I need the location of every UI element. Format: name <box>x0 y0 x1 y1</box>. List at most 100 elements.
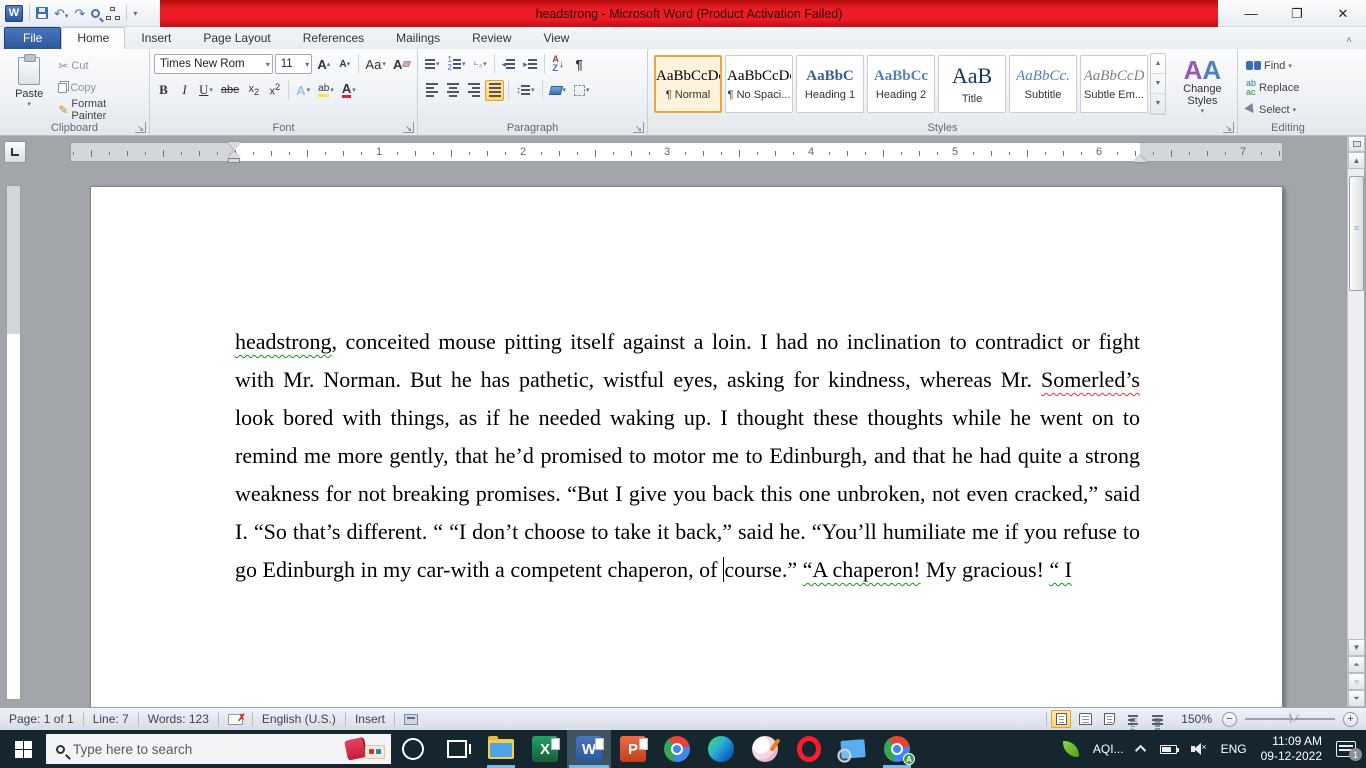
scrollbar-thumb[interactable] <box>1349 176 1364 291</box>
text-line[interactable]: headstrong, conceited mouse pitting itse… <box>235 323 1140 361</box>
strikethrough-button[interactable]: abe <box>218 80 242 101</box>
style-heading-1[interactable]: AaBbCHeading 1 <box>796 55 864 113</box>
text-line[interactable]: with Mr. Norman. But he has pathetic, wi… <box>235 361 1140 399</box>
copy-button[interactable]: Copy <box>54 77 145 98</box>
draft-view-button[interactable] <box>1147 710 1167 728</box>
taskbar-app-excel[interactable]: X <box>523 730 567 768</box>
aqi-leaf-icon[interactable] <box>1063 741 1079 757</box>
style-no-spaci[interactable]: AaBbCcDc¶ No Spaci... <box>725 55 793 113</box>
style-subtle-em[interactable]: AaBbCcDSubtle Em... <box>1080 55 1148 113</box>
close-button[interactable]: ✕ <box>1320 0 1366 27</box>
minimize-button[interactable]: — <box>1228 0 1274 27</box>
status-insert[interactable]: Insert <box>346 708 394 730</box>
tab-file[interactable]: File <box>4 27 61 49</box>
paste-button[interactable]: Paste▾ <box>4 53 54 119</box>
tab-page-layout[interactable]: Page Layout <box>187 27 286 49</box>
taskbar-app-chrome-profile[interactable]: A <box>875 730 919 768</box>
increase-indent-button[interactable]: ▸ <box>520 54 540 75</box>
task-view-button[interactable] <box>435 730 479 768</box>
replace-button[interactable]: abacReplace <box>1242 77 1334 98</box>
subscript-button[interactable]: x2 <box>244 80 263 101</box>
format-painter-button[interactable]: ✎Format Painter <box>54 99 145 120</box>
scroll-down-icon[interactable]: ▼ <box>1348 639 1365 656</box>
multilevel-list-button[interactable]: ¹·₃▾ <box>470 54 489 75</box>
font-color-button[interactable]: A▾ <box>339 80 359 101</box>
zoom-out-button[interactable]: − <box>1222 712 1237 727</box>
word-logo-icon[interactable]: W <box>5 5 23 22</box>
gallery-more-icon[interactable]: ▼ <box>1151 94 1165 114</box>
diagram-icon[interactable] <box>106 7 120 20</box>
fullscreen-reading-view-button[interactable] <box>1075 710 1095 728</box>
change-case-button[interactable]: Aa▾ <box>363 54 388 75</box>
clipboard-dialog-launcher[interactable] <box>135 122 146 133</box>
taskbar-app-chrome[interactable] <box>655 730 699 768</box>
print-layout-view-button[interactable] <box>1051 710 1071 728</box>
tab-references[interactable]: References <box>287 27 380 49</box>
proofing-errors-button[interactable] <box>219 708 252 730</box>
aqi-label[interactable]: AQI... <box>1093 742 1124 756</box>
tab-mailings[interactable]: Mailings <box>380 27 456 49</box>
macro-button[interactable] <box>395 708 427 730</box>
gallery-scroll-up-icon[interactable]: ▲ <box>1151 54 1165 74</box>
outline-view-button[interactable] <box>1123 710 1143 728</box>
highlight-color-button[interactable]: ab▾ <box>315 80 337 101</box>
left-indent-marker[interactable] <box>228 158 240 163</box>
taskbar-app-edge[interactable] <box>699 730 743 768</box>
restore-button[interactable]: ❐ <box>1274 0 1320 27</box>
gallery-scroll-down-icon[interactable]: ▼ <box>1151 74 1165 94</box>
align-left-button[interactable] <box>422 80 441 101</box>
italic-button[interactable]: I <box>175 80 194 101</box>
justify-button[interactable] <box>485 80 504 101</box>
style-subtitle[interactable]: AaBbCc.Subtitle <box>1009 55 1077 113</box>
zoom-level[interactable]: 150% <box>1181 712 1212 726</box>
battery-icon[interactable] <box>1160 745 1177 754</box>
find-button[interactable]: Find▾ <box>1242 55 1334 76</box>
shrink-font-button[interactable]: A▾ <box>335 54 354 75</box>
tab-review[interactable]: Review <box>456 27 527 49</box>
style-heading-2[interactable]: AaBbCcHeading 2 <box>867 55 935 113</box>
clock[interactable]: 11:09 AM 09-12-2022 <box>1261 734 1322 764</box>
search-highlight-game-icon[interactable] <box>346 739 385 759</box>
document-page[interactable]: headstrong, conceited mouse pitting itse… <box>90 186 1283 707</box>
status-page[interactable]: Page: 1 of 1 <box>0 708 83 730</box>
shading-button[interactable]: ▾ <box>547 80 570 101</box>
change-styles-button[interactable]: AA Change Styles▾ <box>1172 53 1233 119</box>
font-size-select[interactable]: 11▾ <box>275 54 313 74</box>
line-spacing-button[interactable]: ↕▾ <box>513 80 538 101</box>
undo-icon[interactable]: ↶▾ <box>54 7 68 20</box>
clear-formatting-button[interactable]: A <box>390 54 413 75</box>
grow-font-button[interactable]: A▴ <box>314 54 333 75</box>
tab-home[interactable]: Home <box>61 27 125 49</box>
text-line[interactable]: remind me more gently, that he’d promise… <box>235 437 1140 475</box>
numbering-button[interactable]: 12▾ <box>445 54 469 75</box>
indent-markers[interactable] <box>228 142 240 164</box>
bold-button[interactable]: B <box>154 80 173 101</box>
select-button[interactable]: Select▾ <box>1242 99 1334 120</box>
sort-button[interactable]: AZ↓ <box>549 54 568 75</box>
underline-button[interactable]: U▾ <box>196 80 216 101</box>
cortana-button[interactable] <box>391 730 435 768</box>
tab-stop-selector[interactable] <box>4 141 26 163</box>
vertical-scrollbar[interactable]: ▲ ▼ ⏶ ○ ⏷ <box>1347 136 1364 707</box>
horizontal-ruler[interactable]: 1234567 <box>70 142 1283 162</box>
document-text[interactable]: headstrong, conceited mouse pitting itse… <box>235 323 1140 589</box>
taskbar-search[interactable]: Type here to search <box>46 734 391 764</box>
text-line[interactable]: go Edinburgh in my car-with a competent … <box>235 551 1140 589</box>
status-english-u-s-)[interactable]: English (U.S.) <box>253 708 345 730</box>
show-hide-pilcrow-button[interactable]: ¶ <box>570 54 589 75</box>
notification-center-icon[interactable]: 1 <box>1336 741 1356 757</box>
language-indicator[interactable]: ENG <box>1221 742 1247 756</box>
align-right-button[interactable] <box>464 80 483 101</box>
taskbar-app-file-explorer[interactable] <box>479 730 523 768</box>
web-layout-view-button[interactable] <box>1099 710 1119 728</box>
font-name-select[interactable]: Times New Rom▾ <box>154 54 273 74</box>
styles-dialog-launcher[interactable] <box>1223 122 1234 133</box>
text-effects-button[interactable]: A▾ <box>293 80 313 101</box>
scroll-up-icon[interactable]: ▲ <box>1348 152 1365 169</box>
minimize-ribbon-icon[interactable]: ˄ <box>1346 35 1352 46</box>
zoom-slider[interactable] <box>1245 718 1335 720</box>
vertical-ruler[interactable] <box>6 185 21 700</box>
taskbar-app-paint[interactable] <box>743 730 787 768</box>
text-line[interactable]: I. “So that’s different. “ “I don’t choo… <box>235 513 1140 551</box>
paragraph-dialog-launcher[interactable] <box>633 122 644 133</box>
